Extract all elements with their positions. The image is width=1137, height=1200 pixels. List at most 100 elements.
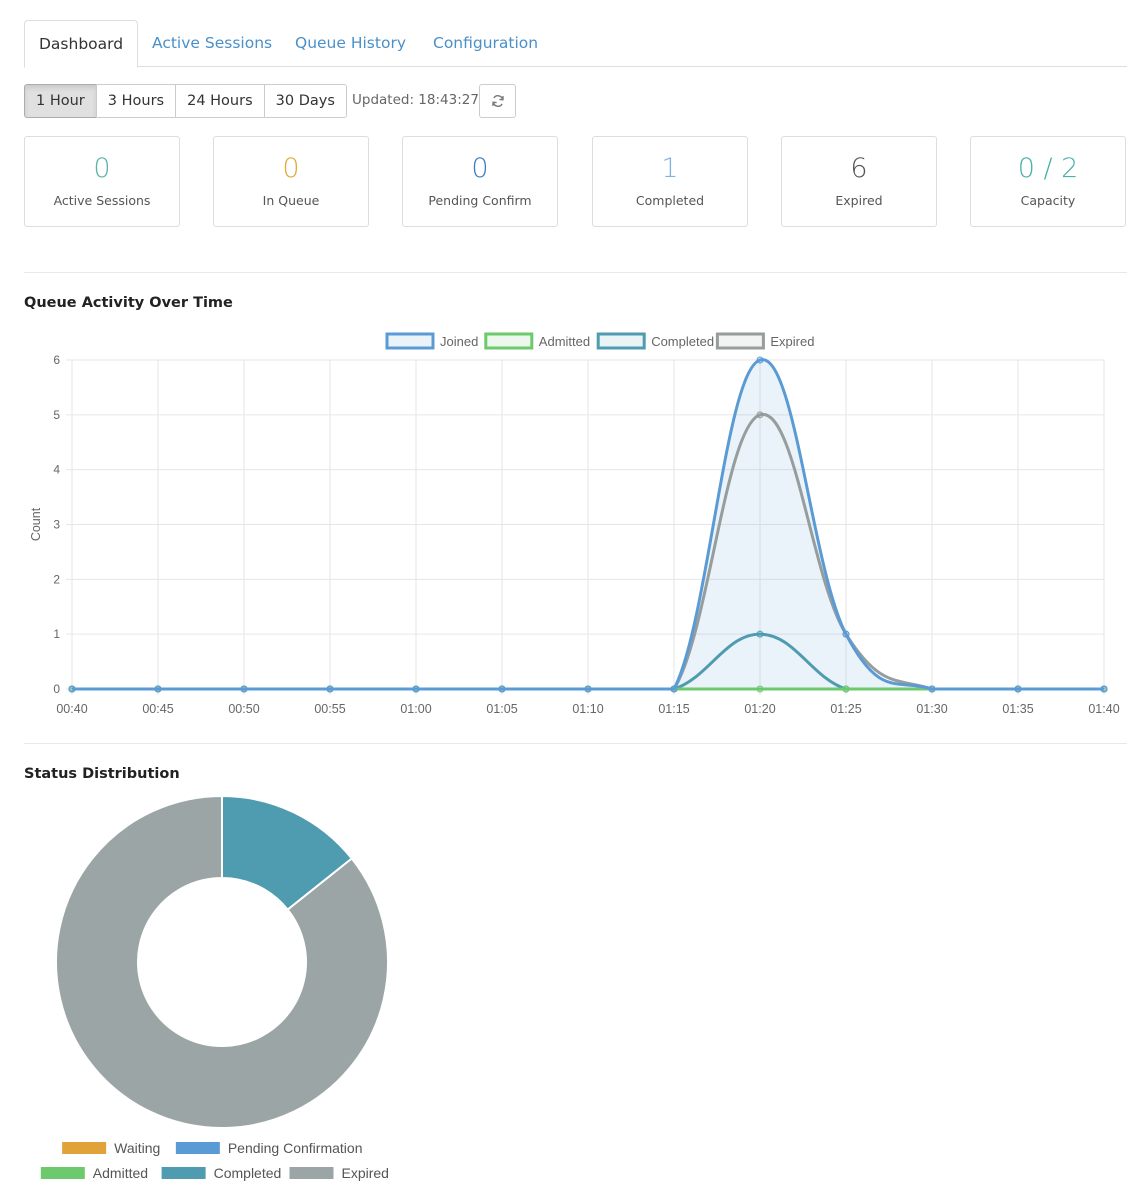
stat-value: 1 [661,153,679,184]
x-tick-label: 01:20 [744,702,775,716]
data-point-joined [1100,685,1108,693]
divider [24,743,1127,744]
legend-label: Joined [440,334,478,349]
status-section-title: Status Distribution [24,766,180,782]
range-30-days-button[interactable]: 30 Days [263,84,347,118]
y-tick-label: 1 [53,627,60,641]
legend-swatch [62,1142,107,1154]
time-range-selector: 1 Hour 3 Hours 24 Hours 30 Days [24,84,347,118]
stat-card-pending-confirm: 0 Pending Confirm [402,136,558,227]
stat-value: 0 [93,153,111,184]
data-point-joined [240,685,248,693]
legend-item-completed: Completed [161,1165,282,1181]
queue-activity-chart: 0 1 2 3 4 5 6 00:40 00:45 00:50 00:55 01:00 01:05 01:… [29,332,1120,716]
legend-item-waiting: Waiting [62,1140,160,1156]
x-tick-label: 00:45 [142,702,173,716]
legend-item-admitted: Admitted [40,1165,148,1181]
x-tick-label: 00:40 [56,702,87,716]
legend-swatch [289,1167,334,1179]
x-tick-label: 01:25 [830,702,861,716]
tab-active-sessions[interactable]: Active Sessions [138,20,286,67]
data-point-admitted [756,685,764,693]
x-tick-label: 01:05 [486,702,517,716]
data-point-joined [1014,685,1022,693]
stat-card-in-queue: 0 In Queue [213,136,369,227]
stat-value: 0 [471,153,489,184]
data-point-expired [756,411,764,419]
stat-card-capacity: 0 / 2 Capacity [970,136,1126,227]
data-point-joined [68,685,76,693]
data-point-joined [842,630,850,638]
tab-configuration[interactable]: Configuration [419,20,552,67]
legend-label: Expired [342,1165,389,1181]
data-point-joined [412,685,420,693]
stat-label: Completed [635,193,705,208]
data-point-joined [756,356,764,364]
legend-item-admitted: Admitted [484,332,590,350]
data-point-joined [928,685,936,693]
legend-item-completed: Completed [596,332,714,350]
data-point-admitted [842,685,850,693]
legend-swatch [596,332,646,350]
legend-item-pending-confirmation: Pending Confirmation [175,1140,363,1156]
status-distribution-chart: Waiting Pending Confirmation Admitted Compl… [40,794,389,1181]
data-point-joined [584,685,592,693]
x-tick-label: 00:55 [314,702,345,716]
range-1-hour-button[interactable]: 1 Hour [24,84,97,118]
legend-label: Completed [214,1165,282,1181]
legend-item-joined: Joined [385,332,478,350]
x-tick-label: 01:10 [572,702,603,716]
refresh-icon [491,94,505,108]
legend-swatch [161,1167,206,1179]
tab-queue-history[interactable]: Queue History [281,20,420,67]
nav-tabs: Dashboard Active Sessions Queue History … [24,20,1127,68]
stat-value: 6 [850,153,868,184]
y-tick-label: 5 [53,408,60,422]
x-tick-label: 01:30 [916,702,947,716]
legend-item-expired: Expired [289,1165,389,1181]
legend-label: Admitted [93,1165,148,1181]
legend-swatch [715,332,765,350]
legend-swatch [484,332,534,350]
y-tick-label: 4 [53,463,60,477]
legend-label: Expired [770,334,814,349]
legend-label: Waiting [114,1140,160,1156]
activity-section-title: Queue Activity Over Time [24,295,233,311]
x-tick-label: 01:15 [658,702,689,716]
tab-dashboard[interactable]: Dashboard [24,20,139,68]
stat-label: Capacity [1020,193,1076,208]
y-axis-label: Count [29,507,43,541]
data-point-joined [326,685,334,693]
chart-grid [66,359,1105,695]
x-tick-label: 00:50 [228,702,259,716]
legend-label: Admitted [539,334,590,349]
stat-card-expired: 6 Expired [781,136,937,227]
stat-label: Pending Confirm [428,193,532,208]
stat-label: Expired [835,193,883,208]
stat-value: 0 [282,153,300,184]
stat-label: In Queue [262,193,320,208]
x-tick-label: 01:35 [1002,702,1033,716]
stat-label: Active Sessions [53,193,151,208]
data-point-joined [154,685,162,693]
legend-item-expired: Expired [715,332,814,350]
range-3-hours-button[interactable]: 3 Hours [95,84,177,118]
legend-swatch [175,1142,220,1154]
x-tick-label: 01:40 [1088,702,1119,716]
y-tick-label: 2 [53,572,60,586]
x-tick-label: 01:00 [400,702,431,716]
divider [24,272,1127,273]
stat-value: 0 / 2 [1017,153,1079,184]
refresh-button[interactable] [479,84,516,118]
legend-label: Completed [651,334,714,349]
legend-swatch [385,332,435,350]
data-point-joined [670,685,678,693]
stat-card-completed: 1 Completed [592,136,748,227]
y-tick-label: 0 [53,682,60,696]
y-tick-label: 6 [53,353,60,367]
range-24-hours-button[interactable]: 24 Hours [175,84,265,118]
legend-label: Pending Confirmation [228,1140,363,1156]
data-point-completed [756,630,764,638]
updated-timestamp: Updated: 18:43:27 [352,92,479,108]
y-tick-label: 3 [53,518,60,532]
